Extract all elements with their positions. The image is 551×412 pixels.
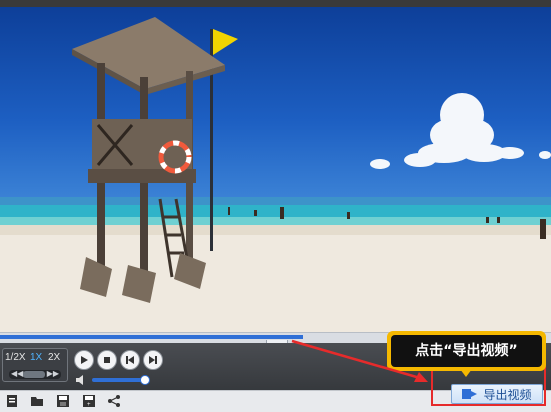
instruction-callout: 点击“导出视频” <box>387 331 546 371</box>
progress-fill <box>0 335 303 339</box>
speed-half-button[interactable]: 1/2X <box>5 352 26 364</box>
volume-icon[interactable] <box>76 375 88 385</box>
volume-slider[interactable] <box>92 378 144 382</box>
speed-1x-button[interactable]: 1X <box>30 352 42 364</box>
flag-shape <box>213 29 238 55</box>
video-preview <box>0 7 551 332</box>
play-button[interactable] <box>74 350 94 370</box>
save-icon[interactable] <box>56 394 70 408</box>
speed-selector: 1/2X 1X 2X ◀◀ ▶▶ <box>2 348 68 382</box>
speed-slider-thumb[interactable] <box>23 371 45 378</box>
save-as-icon[interactable]: + <box>82 394 96 408</box>
open-folder-icon[interactable] <box>30 394 44 408</box>
speed-2x-button[interactable]: 2X <box>48 352 60 364</box>
volume-knob[interactable] <box>140 375 150 385</box>
fast-forward-icon[interactable]: ▶▶ <box>47 369 59 378</box>
cloud-shape <box>370 93 551 169</box>
play-icon <box>81 356 88 364</box>
share-icon[interactable] <box>107 394 121 408</box>
beach-scene-image <box>0 17 551 332</box>
speed-slider[interactable]: ◀◀ ▶▶ <box>9 369 61 379</box>
next-icon <box>149 356 157 364</box>
previous-icon <box>126 356 134 364</box>
export-video-button[interactable]: 导出视频 <box>451 384 543 404</box>
callout-pointer <box>460 369 472 377</box>
export-icon <box>462 389 478 399</box>
export-video-label: 导出视频 <box>483 387 532 402</box>
callout-text: 点击“导出视频” <box>391 335 542 367</box>
stop-button[interactable] <box>97 350 117 370</box>
window-top-edge <box>0 0 551 7</box>
document-icon[interactable] <box>5 394 19 408</box>
next-frame-button[interactable] <box>143 350 163 370</box>
rewind-icon[interactable]: ◀◀ <box>11 369 23 378</box>
svg-text:+: + <box>87 402 91 408</box>
previous-frame-button[interactable] <box>120 350 140 370</box>
stop-icon <box>104 357 110 363</box>
